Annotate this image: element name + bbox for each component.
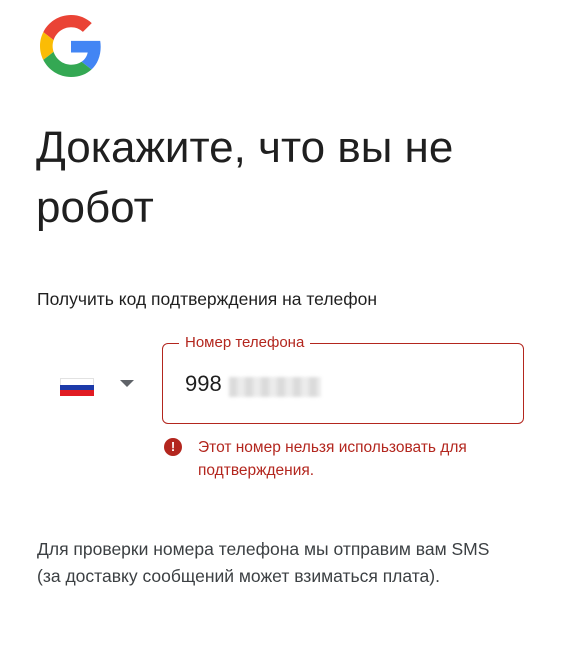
subtitle: Получить код подтверждения на телефон — [37, 289, 378, 309]
page-title: Докажите, что вы не робот — [36, 123, 454, 232]
google-logo-icon — [40, 15, 101, 77]
chevron-down-icon — [120, 380, 134, 387]
redacted-digits — [229, 377, 321, 397]
country-selector[interactable] — [38, 350, 158, 420]
russia-flag-icon — [60, 378, 94, 397]
phone-number-label: Номер телефона — [179, 333, 311, 353]
error-icon: ! — [164, 438, 182, 456]
phone-number-field[interactable]: Номер телефона 998 — [162, 333, 524, 424]
sms-notice: Для проверки номера телефона мы отправим… — [37, 539, 490, 586]
phone-number-value[interactable]: 998 — [185, 370, 222, 398]
error-text: Этот номер нельзя использовать для подтв… — [198, 439, 467, 479]
